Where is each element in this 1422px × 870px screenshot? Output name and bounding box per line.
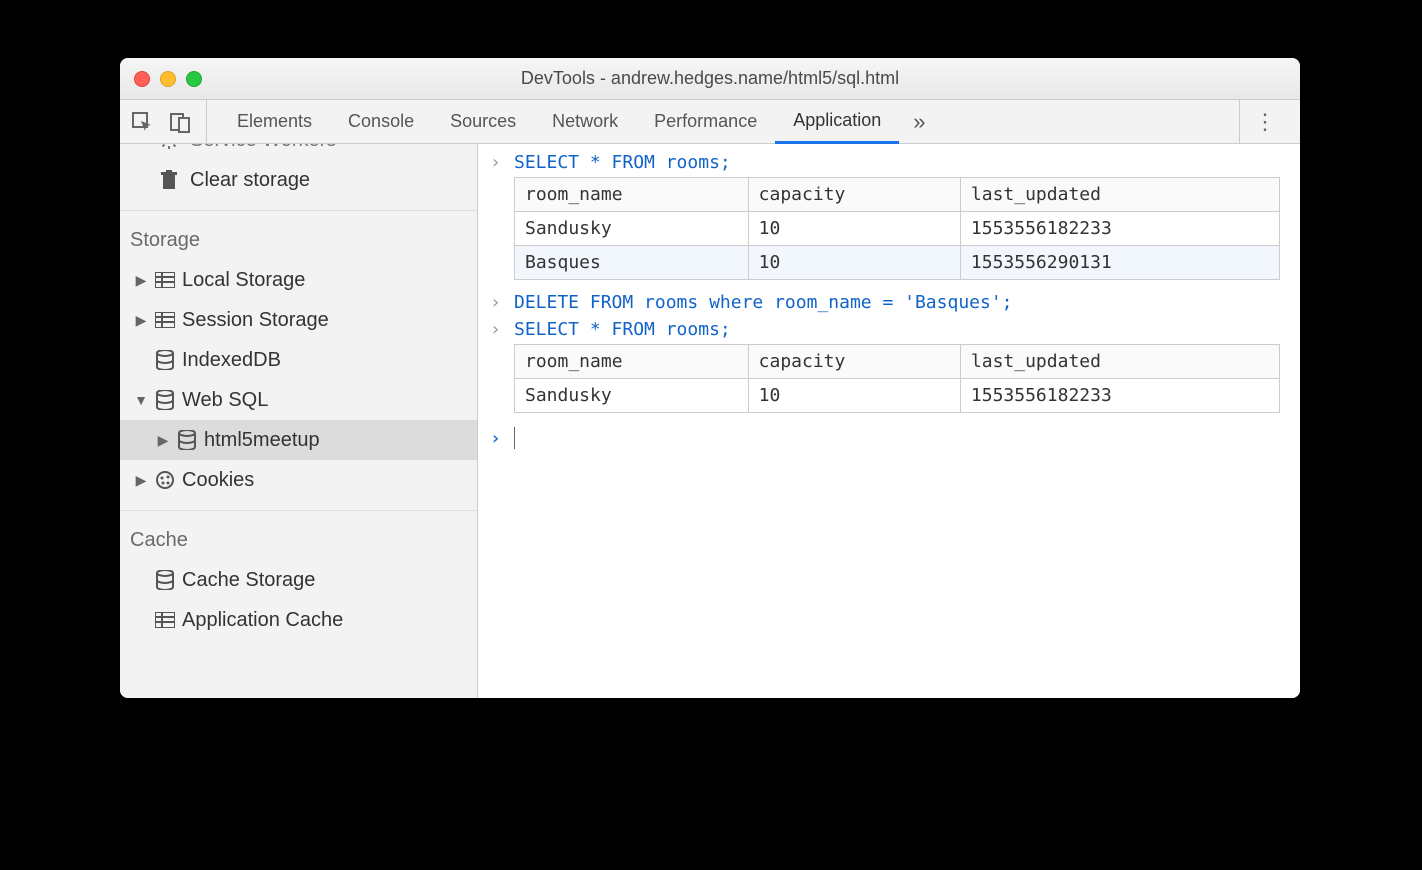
sidebar-item-label: Local Storage (182, 269, 305, 292)
sidebar-item-label: Cache Storage (182, 569, 315, 592)
table-row: Sandusky 10 1553556182233 (515, 212, 1280, 246)
sql-statement: DELETE FROM rooms where room_name = 'Bas… (514, 292, 1013, 313)
sql-console[interactable]: › SELECT * FROM rooms; room_name capacit… (478, 144, 1300, 698)
tabbar: Elements Console Sources Network Perform… (120, 100, 1300, 144)
close-window-button[interactable] (134, 71, 150, 87)
sql-input-line[interactable]: › (484, 421, 1294, 451)
tabbar-menu-button[interactable]: ⋮ (1239, 100, 1290, 143)
table-icon (154, 612, 176, 628)
table-cell: 1553556182233 (960, 212, 1279, 246)
devtools-window: DevTools - andrew.hedges.name/html5/sql.… (120, 58, 1300, 698)
sql-statement: SELECT * FROM rooms; (514, 152, 731, 173)
sidebar-item-web-sql[interactable]: ▼ Web SQL (120, 380, 477, 420)
query-line: › DELETE FROM rooms where room_name = 'B… (484, 288, 1294, 315)
sidebar-item-local-storage[interactable]: ▶ Local Storage (120, 260, 477, 300)
prompt-icon: › (490, 319, 504, 340)
sidebar-item-web-sql-db[interactable]: ▶ html5meetup (120, 420, 477, 460)
table-cell: Basques (515, 246, 749, 280)
chevron-right-icon: ▶ (134, 312, 148, 329)
prompt-icon: › (490, 152, 504, 173)
sidebar-item-application-cache[interactable]: Application Cache (120, 600, 477, 640)
sidebar-item-label: html5meetup (204, 429, 320, 452)
database-icon (154, 570, 176, 590)
sidebar-item-label: Service Workers (190, 144, 336, 152)
table-icon (154, 272, 176, 288)
column-header: last_updated (960, 345, 1279, 379)
titlebar: DevTools - andrew.hedges.name/html5/sql.… (120, 58, 1300, 100)
tab-elements[interactable]: Elements (219, 100, 330, 143)
trash-icon (158, 170, 180, 190)
chevron-right-icon: ▶ (134, 472, 148, 489)
table-header-row: room_name capacity last_updated (515, 178, 1280, 212)
column-header: last_updated (960, 178, 1279, 212)
database-icon (176, 430, 198, 450)
result-table: room_name capacity last_updated Sandusky… (514, 177, 1280, 280)
device-toggle-icon[interactable] (168, 110, 192, 134)
minimize-window-button[interactable] (160, 71, 176, 87)
gear-icon (158, 144, 180, 150)
sidebar-item-label: Web SQL (182, 389, 268, 412)
table-row: Sandusky 10 1553556182233 (515, 379, 1280, 413)
sidebar-item-label: Session Storage (182, 309, 329, 332)
sidebar-item-service-workers[interactable]: Service Workers (120, 144, 477, 160)
body: Service Workers Clear storage Storage ▶ … (120, 144, 1300, 698)
sidebar-item-session-storage[interactable]: ▶ Session Storage (120, 300, 477, 340)
tab-sources[interactable]: Sources (432, 100, 534, 143)
application-sidebar: Service Workers Clear storage Storage ▶ … (120, 144, 478, 698)
tab-console[interactable]: Console (330, 100, 432, 143)
tab-network[interactable]: Network (534, 100, 636, 143)
column-header: room_name (515, 178, 749, 212)
chevron-down-icon: ▼ (134, 392, 148, 408)
column-header: capacity (748, 178, 960, 212)
prompt-icon: › (490, 292, 504, 313)
database-icon (154, 390, 176, 410)
sidebar-item-label: IndexedDB (182, 349, 281, 372)
zoom-window-button[interactable] (186, 71, 202, 87)
column-header: room_name (515, 345, 749, 379)
devtools-tabs: Elements Console Sources Network Perform… (207, 100, 1239, 143)
sidebar-item-indexeddb[interactable]: IndexedDB (120, 340, 477, 380)
table-cell: 1553556290131 (960, 246, 1279, 280)
table-cell: Sandusky (515, 379, 749, 413)
table-header-row: room_name capacity last_updated (515, 345, 1280, 379)
sidebar-item-cookies[interactable]: ▶ Cookies (120, 460, 477, 500)
sidebar-item-clear-storage[interactable]: Clear storage (120, 160, 477, 200)
inspect-element-icon[interactable] (130, 110, 154, 134)
traffic-lights (120, 71, 202, 87)
text-caret (514, 427, 515, 449)
query-line: › SELECT * FROM rooms; (484, 148, 1294, 175)
more-tabs-button[interactable]: » (899, 109, 939, 135)
database-icon (154, 350, 176, 370)
table-row: Basques 10 1553556290131 (515, 246, 1280, 280)
table-cell: 1553556182233 (960, 379, 1279, 413)
sidebar-group-storage: Storage (120, 210, 477, 260)
kebab-icon: ⋮ (1254, 109, 1276, 135)
chevron-right-icon: ▶ (134, 272, 148, 289)
table-cell: 10 (748, 212, 960, 246)
table-icon (154, 312, 176, 328)
table-cell: 10 (748, 246, 960, 280)
tab-application[interactable]: Application (775, 101, 899, 144)
tabbar-tools (130, 100, 207, 143)
sql-statement: SELECT * FROM rooms; (514, 319, 731, 340)
result-table: room_name capacity last_updated Sandusky… (514, 344, 1280, 413)
input-prompt-icon: › (490, 428, 504, 449)
window-title: DevTools - andrew.hedges.name/html5/sql.… (120, 68, 1300, 89)
sidebar-item-label: Application Cache (182, 609, 343, 632)
column-header: capacity (748, 345, 960, 379)
query-line: › SELECT * FROM rooms; (484, 315, 1294, 342)
sidebar-item-cache-storage[interactable]: Cache Storage (120, 560, 477, 600)
sidebar-item-label: Clear storage (190, 169, 310, 192)
cookie-icon (154, 470, 176, 490)
sidebar-item-label: Cookies (182, 469, 254, 492)
table-cell: 10 (748, 379, 960, 413)
table-cell: Sandusky (515, 212, 749, 246)
tab-performance[interactable]: Performance (636, 100, 775, 143)
chevron-right-icon: ▶ (156, 432, 170, 449)
sidebar-group-cache: Cache (120, 510, 477, 560)
